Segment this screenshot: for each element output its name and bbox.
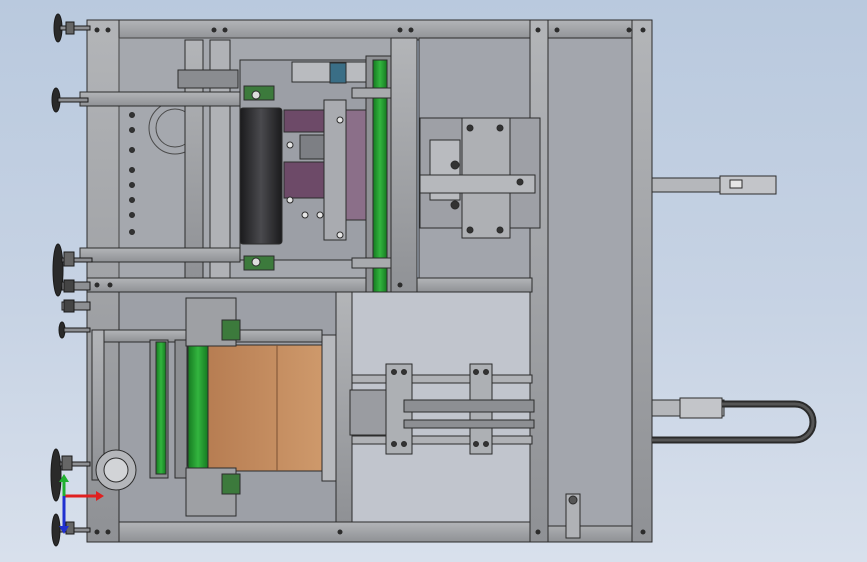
bottom-handle (565, 493, 581, 539)
upper-right-panel (390, 37, 541, 299)
cad-assembly-view (50, 13, 817, 547)
lower-carton-module (91, 291, 352, 523)
right-tall-panel (547, 37, 633, 527)
lower-slide-module (335, 291, 535, 523)
upper-rail-extension (651, 175, 777, 195)
lower-rail-extension (651, 397, 817, 444)
middle-crossbar (86, 277, 533, 293)
